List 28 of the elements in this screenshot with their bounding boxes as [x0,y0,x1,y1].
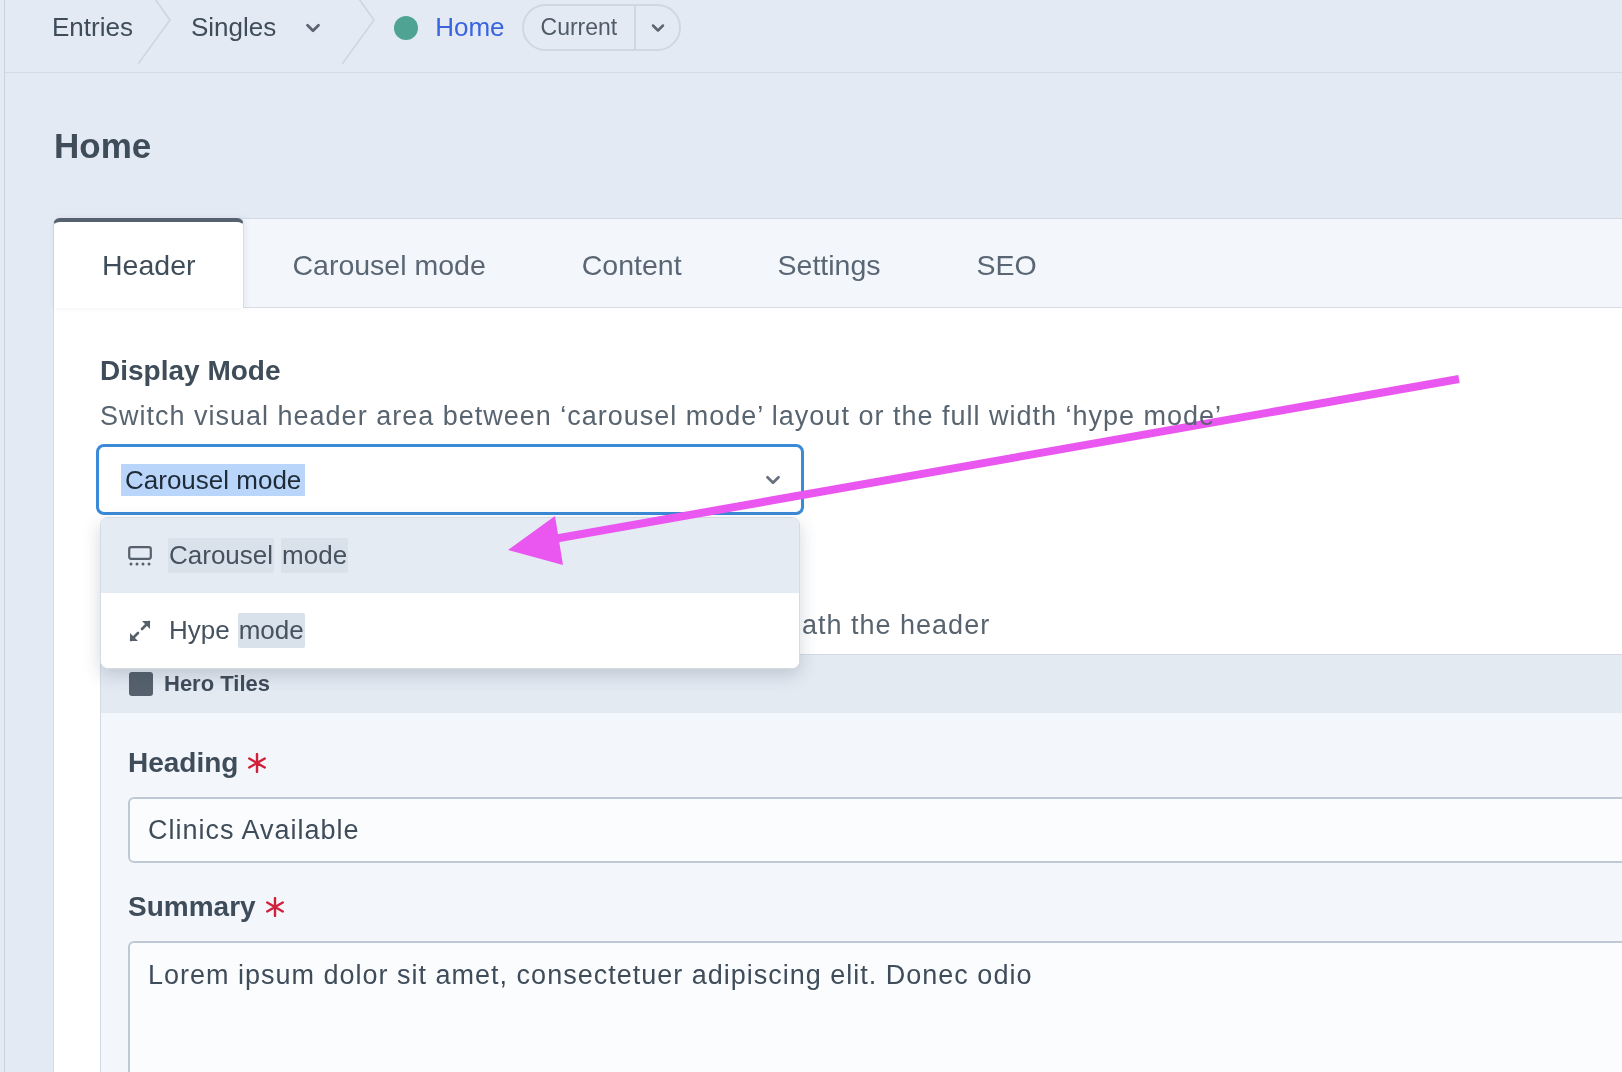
page-title: Home [54,126,152,166]
monitor-icon [128,545,152,566]
block-type-label: Hero Tiles [164,671,270,697]
textarea-field[interactable]: Lorem ipsum dolor sit amet, consectetuer adipiscing elit. Donec odio [128,941,1622,1072]
option-word: Carousel [168,538,275,573]
field-label: Summary [128,890,256,924]
dropdown-option[interactable]: Hype mode [101,593,799,668]
revision-button[interactable]: Current [523,6,635,49]
field-label: Heading [128,746,239,780]
select-field[interactable]: Carousel mode [96,444,804,515]
option-word: mode [237,613,305,648]
dropdown-option[interactable]: Carousel mode [101,518,799,593]
option-word: mode [281,538,349,573]
expand-arrows-icon [128,618,152,643]
tab[interactable]: Settings [729,219,929,307]
breadcrumb-link[interactable]: Home [435,12,505,43]
field-instructions: ath the header [802,609,991,642]
option-word: Hype [168,614,231,647]
breadcrumb-link[interactable]: Entries [52,12,133,43]
text-input[interactable]: Clinics Available [128,797,1622,863]
tab[interactable]: Carousel mode [244,219,534,307]
field-label: Display Mode [100,354,281,388]
tab[interactable]: Header [53,218,245,308]
square-icon [129,672,153,696]
tab[interactable]: SEO [928,219,1085,307]
breadcrumb-link[interactable]: Singles [190,12,325,43]
tab[interactable]: Content [533,219,730,307]
field-instructions: Switch visual header area between ‘carousel mode’ layout or the full width ‘hype mode’ [100,400,1223,433]
